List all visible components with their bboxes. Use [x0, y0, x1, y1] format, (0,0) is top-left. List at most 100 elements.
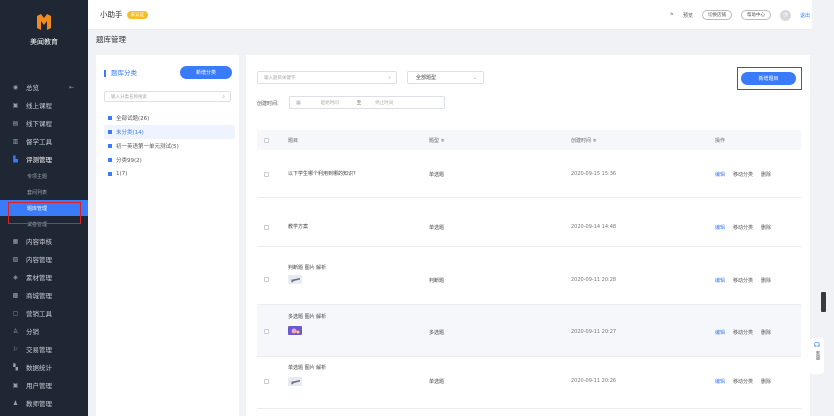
end-date-input[interactable]: 终止时间	[375, 100, 393, 106]
sidebar-item-teachers[interactable]: ♟ 教师管理	[0, 394, 88, 412]
search-icon[interactable]: ⌕	[388, 75, 391, 81]
sidebar-item-offline-course[interactable]: ▤ 线下课程	[0, 114, 88, 132]
delete-button[interactable]: 删除	[761, 277, 771, 284]
sidebar-item-material[interactable]: ◈ 素材管理	[0, 268, 88, 286]
add-category-button[interactable]: 新增分类	[180, 66, 232, 79]
sidebar-item-trade[interactable]: ⚐ 交易管理	[0, 340, 88, 358]
question-search-input[interactable]: 输入题目关键字 ⌕	[257, 71, 397, 84]
folder-icon	[108, 158, 112, 162]
sidebar-item-label: 营销工具	[26, 310, 52, 318]
category-item[interactable]: 1(7)	[104, 167, 235, 181]
sidebar-item-label: 内容审核	[26, 238, 52, 246]
category-item-label: 初一英语第一单元测试(5)	[116, 144, 179, 150]
delete-button[interactable]: 删除	[761, 224, 771, 231]
row-checkbox[interactable]	[264, 329, 269, 334]
start-date-input[interactable]: 起始时间	[321, 100, 339, 106]
sidebar-item-label: 交易管理	[26, 346, 52, 354]
airplane-image-icon	[288, 275, 302, 284]
sidebar-item-label: 素材管理	[26, 274, 52, 282]
edit-button[interactable]: 编辑	[715, 277, 725, 284]
category-panel: 题库分类 新增分类 输入分类名称搜索 ⌕ 全部试题(26) 未分类(14) 初一…	[96, 55, 239, 416]
row-checkbox[interactable]	[264, 172, 269, 177]
category-item-label: 分类99(2)	[116, 158, 142, 164]
sidebar-item-distribution[interactable]: ♙ 分销	[0, 322, 88, 340]
move-category-button[interactable]: 移动分类	[733, 224, 753, 231]
sidebar-item-exam[interactable]: ▙ 评测管理	[0, 150, 88, 168]
calendar-icon: ▦	[296, 99, 301, 106]
search-icon[interactable]: ⌕	[222, 94, 225, 100]
date-filter-label: 创建时间:	[257, 101, 279, 107]
preview-link[interactable]: 预览	[683, 12, 693, 19]
row-actions: 编辑 移动分类 删除	[715, 171, 771, 178]
category-item[interactable]: 初一英语第一单元测试(5)	[104, 139, 235, 153]
question-search-placeholder: 输入题目关键字	[264, 75, 296, 81]
header-time[interactable]: 创建时间 ≑	[571, 137, 597, 144]
scrollbar-handle[interactable]	[821, 292, 826, 312]
row-checkbox[interactable]	[264, 225, 269, 230]
date-range-picker[interactable]: ▦ 起始时间 至 终止时间	[289, 96, 445, 109]
edit-button[interactable]: 编辑	[715, 171, 725, 178]
brand-logo[interactable]: 美闻教育	[0, 0, 88, 60]
edit-button[interactable]: 编辑	[715, 224, 725, 231]
select-all-checkbox[interactable]	[264, 137, 269, 143]
sidebar-item-study-tools[interactable]: ▥ 督学工具	[0, 132, 88, 150]
status-badge[interactable]: 未认证	[126, 10, 148, 19]
sidebar-item-content-review[interactable]: ▦ 内容审核	[0, 232, 88, 250]
category-search-input[interactable]: 输入分类名称搜索 ⌕	[104, 91, 231, 102]
edit-button[interactable]: 编辑	[715, 329, 725, 336]
switch-store-button[interactable]: 切换店铺	[701, 10, 732, 20]
row-checkbox[interactable]	[264, 379, 269, 384]
sidebar-item-online-course[interactable]: ▣ 线上课程	[0, 96, 88, 114]
category-list: 全部试题(26) 未分类(14) 初一英语第一单元测试(5) 分类99(2) 1…	[104, 111, 235, 181]
sidebar-item-marketing[interactable]: ▢ 营销工具	[0, 304, 88, 322]
delete-button[interactable]: 删除	[761, 171, 771, 178]
brand-name: 美闻教育	[30, 37, 58, 46]
brand-logo-icon	[36, 13, 52, 32]
category-search-placeholder: 输入分类名称搜索	[111, 94, 147, 100]
question-type-select[interactable]: 全部题型 ⌄	[407, 71, 484, 84]
header-type[interactable]: 题型 ≑	[429, 137, 445, 144]
collapse-icon[interactable]: ⇤	[69, 84, 74, 91]
sidebar-sub-topic[interactable]: 专项主题	[0, 168, 88, 184]
category-item-label: 全部试题(26)	[116, 116, 150, 122]
classroom-icon: ▤	[12, 119, 19, 127]
sidebar-sub-list[interactable]: 套间列表	[0, 184, 88, 200]
row-title: 以下学生哪个利用到哪的知识?	[288, 171, 356, 177]
headset-icon: ☊	[813, 341, 821, 349]
row-time: 2020-09-11 20:27	[571, 329, 617, 335]
sidebar-item-content-manage[interactable]: ▧ 内容管理	[0, 250, 88, 268]
category-item[interactable]: 未分类(14)	[104, 125, 235, 139]
avatar[interactable]: ◔	[779, 9, 791, 21]
tools-icon: ▥	[12, 137, 19, 145]
row-actions: 编辑 移动分类 删除	[715, 224, 771, 231]
exam-icon: ▙	[13, 155, 18, 163]
row-time: 2020-09-11 20:26	[571, 378, 617, 384]
help-center-button[interactable]: 帮助中心	[740, 10, 771, 20]
row-type: 判断题	[429, 278, 445, 284]
delete-button[interactable]: 删除	[761, 329, 771, 336]
sidebar-item-users[interactable]: ▣ 用户管理	[0, 376, 88, 394]
row-type: 单选题	[429, 172, 445, 178]
flag-icon[interactable]: ⚑	[669, 12, 673, 18]
category-item[interactable]: 分类99(2)	[104, 153, 235, 167]
row-title-block: 多选题 图片 解析	[288, 313, 326, 335]
edit-button[interactable]: 编辑	[715, 378, 725, 385]
row-checkbox[interactable]	[264, 277, 269, 282]
sidebar-item-overview[interactable]: ◉ 总览 ⇤	[0, 78, 88, 96]
category-item[interactable]: 全部试题(26)	[104, 111, 235, 125]
move-category-button[interactable]: 移动分类	[733, 171, 753, 178]
sidebar-item-stats[interactable]: ▚ 数据统计	[0, 358, 88, 376]
move-category-button[interactable]: 移动分类	[733, 378, 753, 385]
sidebar-item-shop[interactable]: ▩ 商城管理	[0, 286, 88, 304]
video-icon: ▣	[12, 101, 19, 109]
sidebar-item-label: 用户管理	[26, 382, 52, 390]
logout-link[interactable]: 退出	[800, 12, 810, 19]
move-category-button[interactable]: 移动分类	[733, 329, 753, 336]
delete-button[interactable]: 删除	[761, 378, 771, 385]
shop-icon: ▩	[12, 291, 19, 299]
question-panel: 输入题目关键字 ⌕ 全部题型 ⌄ 新增题目 创建时间: ▦ 起始时间 至 终止时…	[246, 55, 810, 416]
date-range-separator: 至	[356, 100, 362, 106]
customer-service-float[interactable]: ☊ 客服	[810, 338, 824, 374]
table-row: 以下学生哪个利用到哪的知识? 单选题 2020-09-15 15:36 编辑 移…	[257, 150, 801, 198]
move-category-button[interactable]: 移动分类	[733, 277, 753, 284]
